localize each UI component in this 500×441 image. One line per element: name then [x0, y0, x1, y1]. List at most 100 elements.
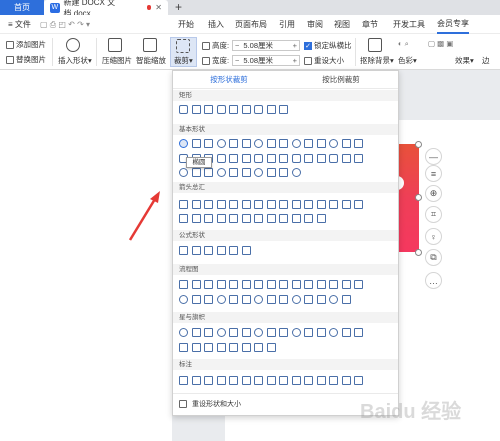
crop-shape-option[interactable] [241, 139, 251, 148]
crop-shape-option[interactable] [341, 328, 351, 337]
crop-shape-option[interactable] [279, 295, 288, 304]
color-tools-icons[interactable]: ◐ ⌕ [398, 39, 409, 49]
new-tab-button[interactable]: + [175, 0, 182, 15]
remove-bg-button[interactable]: 抠除背景 ▾ [360, 55, 394, 66]
crop-shape-option[interactable] [204, 139, 213, 148]
crop-shape-option[interactable] [204, 295, 213, 304]
crop-shape-option[interactable] [241, 280, 251, 289]
crop-shape-option[interactable] [254, 295, 263, 304]
crop-shape-option[interactable] [304, 139, 313, 148]
effect-tools-icons[interactable]: ▢ ▩ ▣ [428, 39, 453, 48]
crop-shape-option[interactable] [291, 200, 301, 209]
crop-shape-option[interactable] [204, 214, 213, 223]
crop-shape-option[interactable] [341, 154, 351, 163]
crop-shape-option[interactable] [291, 154, 301, 163]
crop-shape-option[interactable] [241, 168, 251, 177]
crop-shape-option[interactable] [316, 328, 326, 337]
add-picture-button[interactable]: 添加图片 [6, 39, 46, 50]
crop-shape-option[interactable] [229, 280, 238, 289]
crop-shape-option[interactable] [229, 295, 238, 304]
crop-shape-option[interactable] [329, 328, 338, 337]
insert-shape-button[interactable]: 插入形状 ▾ [58, 55, 92, 66]
crop-shape-option[interactable] [354, 200, 363, 209]
crop-shape-option[interactable] [179, 105, 188, 114]
crop-shape-option[interactable] [191, 214, 201, 223]
crop-shape-option[interactable] [179, 168, 188, 177]
menu-start[interactable]: 开始 [178, 15, 194, 34]
crop-shape-option[interactable] [204, 168, 213, 177]
edge-button[interactable]: 边 [482, 55, 490, 66]
lock-ratio-checkbox[interactable]: ✓ 锁定纵横比 [304, 40, 352, 51]
zoom-icon[interactable]: ⊕ [425, 185, 442, 202]
image-options-icon[interactable]: ⧉ [425, 249, 442, 266]
crop-shape-option[interactable] [266, 280, 276, 289]
crop-shape-option[interactable] [279, 376, 288, 385]
crop-shape-option[interactable] [179, 343, 188, 352]
crop-shape-option[interactable] [191, 246, 201, 255]
menu-chapter[interactable]: 章节 [362, 15, 378, 34]
crop-shape-option[interactable] [229, 343, 238, 352]
crop-shape-option[interactable] [304, 200, 313, 209]
crop-shape-option[interactable] [191, 328, 201, 337]
crop-shape-option[interactable] [279, 328, 288, 337]
menu-insert[interactable]: 插入 [208, 15, 224, 34]
crop-shape-option[interactable] [204, 343, 213, 352]
crop-shape-option[interactable] [216, 214, 226, 223]
compress-picture-button[interactable]: 压缩图片 [102, 55, 132, 66]
crop-shape-option[interactable] [291, 376, 301, 385]
crop-shape-option[interactable] [254, 376, 263, 385]
menu-references[interactable]: 引用 [279, 15, 295, 34]
crop-shape-option[interactable] [316, 295, 326, 304]
crop-shape-option[interactable] [291, 280, 301, 289]
menu-page-layout[interactable]: 页面布局 [235, 15, 267, 34]
crop-shape-option[interactable] [229, 200, 238, 209]
crop-shape-option[interactable] [354, 280, 363, 289]
crop-shape-option[interactable] [266, 343, 276, 352]
crop-shape-option[interactable] [241, 295, 251, 304]
crop-shape-option[interactable] [179, 139, 188, 148]
crop-shape-option[interactable] [216, 246, 226, 255]
crop-shape-option[interactable] [204, 105, 213, 114]
crop-shape-option[interactable] [254, 154, 263, 163]
crop-shape-option[interactable] [254, 328, 263, 337]
crop-shape-option[interactable] [316, 214, 326, 223]
crop-shape-option[interactable] [179, 214, 188, 223]
crop-shape-option[interactable] [316, 376, 326, 385]
crop-shape-option[interactable] [216, 376, 226, 385]
resize-handle[interactable] [415, 194, 422, 201]
crop-shape-option[interactable] [216, 168, 226, 177]
crop-shape-option[interactable] [254, 214, 263, 223]
menu-review[interactable]: 审阅 [307, 15, 323, 34]
crop-shape-option[interactable] [266, 154, 276, 163]
tab-crop-by-shape[interactable]: 按形状裁剪 [173, 71, 285, 89]
crop-shape-option[interactable] [216, 328, 226, 337]
crop-shape-option[interactable] [229, 328, 238, 337]
close-tab-icon[interactable]: ✕ [155, 3, 162, 12]
crop-shape-option[interactable] [341, 200, 351, 209]
crop-shape-option[interactable] [341, 376, 351, 385]
collapse-icon[interactable]: — [425, 148, 442, 165]
crop-shape-option[interactable] [279, 105, 288, 114]
crop-shape-option[interactable] [241, 246, 251, 255]
crop-shape-option[interactable] [329, 200, 338, 209]
crop-shape-option[interactable] [254, 168, 263, 177]
crop-shape-option[interactable] [229, 376, 238, 385]
crop-shape-option[interactable] [216, 139, 226, 148]
menu-quick-icons[interactable]: ▢ ⎙ ◰ ↶ ↷ ▾ [40, 15, 90, 34]
crop-shape-option[interactable] [266, 328, 276, 337]
crop-shape-option[interactable] [179, 376, 188, 385]
crop-shape-option[interactable] [329, 139, 338, 148]
crop-shape-option[interactable] [216, 280, 226, 289]
crop-shape-option[interactable] [191, 343, 201, 352]
height-input[interactable]: −5.08厘米 + [232, 40, 300, 51]
tab-crop-by-ratio[interactable]: 按比例裁剪 [285, 71, 397, 89]
crop-shape-option[interactable] [341, 139, 351, 148]
crop-shape-option[interactable] [179, 328, 188, 337]
tab-document[interactable]: W 新建 DOCX 文档.docx ✕ [44, 0, 168, 18]
crop-shape-option[interactable] [279, 154, 288, 163]
crop-shape-option[interactable] [229, 246, 238, 255]
crop-shape-option[interactable] [329, 154, 338, 163]
crop-shape-option[interactable] [204, 246, 213, 255]
crop-shape-option[interactable] [266, 139, 276, 148]
menu-developer[interactable]: 开发工具 [393, 15, 425, 34]
